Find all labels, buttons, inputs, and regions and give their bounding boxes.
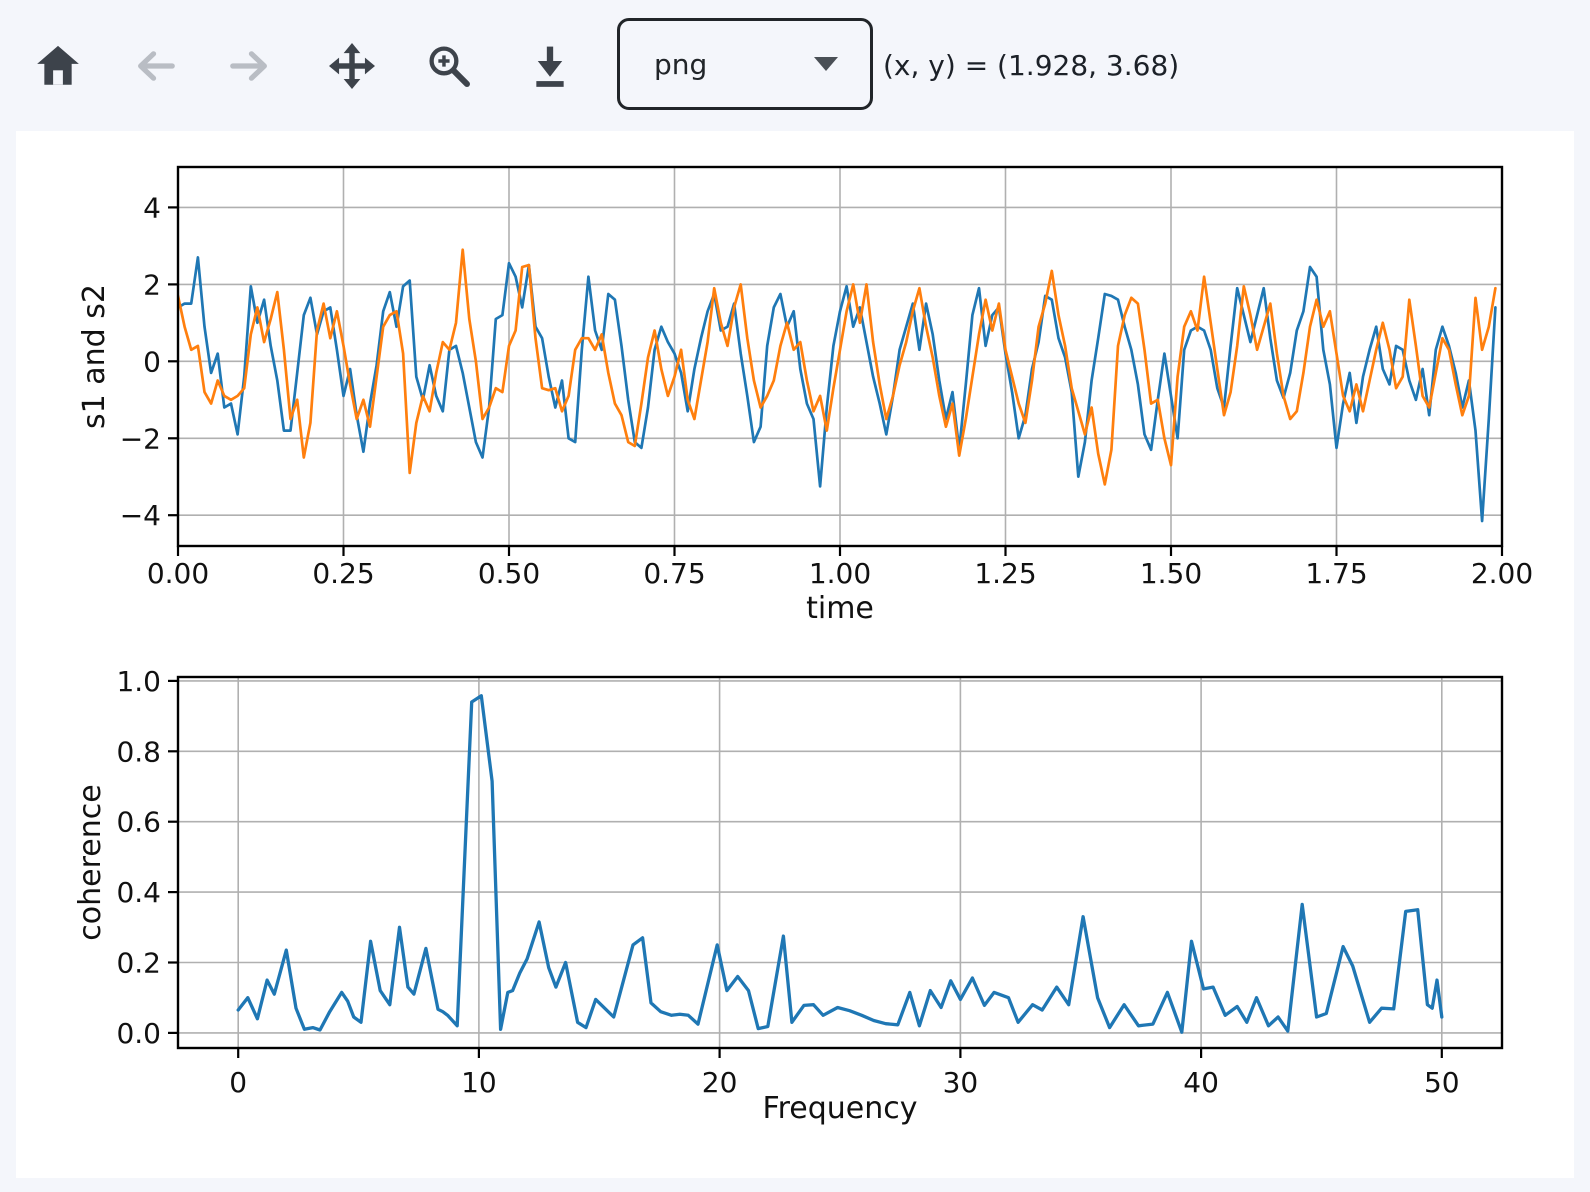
home-button[interactable] (32, 40, 84, 92)
home-icon (35, 43, 81, 89)
forward-button[interactable] (224, 40, 276, 92)
svg-text:30: 30 (943, 1066, 979, 1099)
format-select[interactable]: png (617, 18, 873, 110)
plot-toolbar: png (x, y) = (1.928, 3.68) (0, 0, 1590, 131)
svg-text:10: 10 (461, 1066, 497, 1099)
svg-text:40: 40 (1183, 1066, 1219, 1099)
figure-canvas[interactable]: 0.000.250.500.751.001.251.501.752.00−4−2… (16, 131, 1574, 1178)
svg-text:0.2: 0.2 (116, 947, 161, 980)
svg-text:1.50: 1.50 (1140, 557, 1202, 590)
svg-text:20: 20 (702, 1066, 738, 1099)
svg-text:2.00: 2.00 (1471, 557, 1533, 590)
forward-arrow-icon (227, 43, 273, 89)
svg-text:0.75: 0.75 (643, 557, 705, 590)
svg-text:1.0: 1.0 (116, 665, 161, 698)
svg-text:0.50: 0.50 (478, 557, 540, 590)
svg-text:1.75: 1.75 (1305, 557, 1367, 590)
svg-text:50: 50 (1424, 1066, 1460, 1099)
svg-text:0: 0 (143, 345, 161, 378)
svg-text:−2: −2 (120, 422, 161, 455)
svg-text:0.8: 0.8 (116, 735, 161, 768)
chevron-down-icon (814, 57, 838, 71)
svg-text:0: 0 (229, 1066, 247, 1099)
svg-text:0.00: 0.00 (147, 557, 209, 590)
svg-text:0.6: 0.6 (116, 806, 161, 839)
svg-text:1.25: 1.25 (974, 557, 1036, 590)
svg-text:Frequency: Frequency (763, 1091, 918, 1126)
pan-move-icon (329, 43, 375, 89)
back-button[interactable] (129, 40, 181, 92)
svg-text:2: 2 (143, 268, 161, 301)
svg-text:0.25: 0.25 (312, 557, 374, 590)
svg-text:1.00: 1.00 (809, 557, 871, 590)
back-arrow-icon (132, 43, 178, 89)
chart-signals: 0.00 0.25 0.50 0.75 1.00 1.25 1.50 1.75 2.00 −4 −2… (77, 167, 1533, 626)
format-select-value: png (654, 48, 707, 81)
svg-text:0.0: 0.0 (116, 1017, 161, 1050)
svg-text:coherence: coherence (73, 784, 108, 940)
svg-text:0.4: 0.4 (116, 876, 161, 909)
svg-text:4: 4 (143, 191, 161, 224)
svg-text:time: time (806, 591, 874, 626)
cursor-coordinates-readout: (x, y) = (1.928, 3.68) (883, 0, 1179, 131)
svg-text:s1 and s2: s1 and s2 (77, 284, 112, 429)
zoom-to-rect-button[interactable] (423, 40, 475, 92)
chart-coherence: 0 10 20 30 40 50 0.0 0.2 0.4 0.6 0.8 1.0 Frequency co… (73, 665, 1502, 1126)
download-button[interactable] (524, 40, 576, 92)
svg-text:−4: −4 (120, 499, 161, 532)
pan-button[interactable] (326, 40, 378, 92)
download-icon (527, 43, 573, 89)
zoom-magnifier-icon (426, 43, 472, 89)
